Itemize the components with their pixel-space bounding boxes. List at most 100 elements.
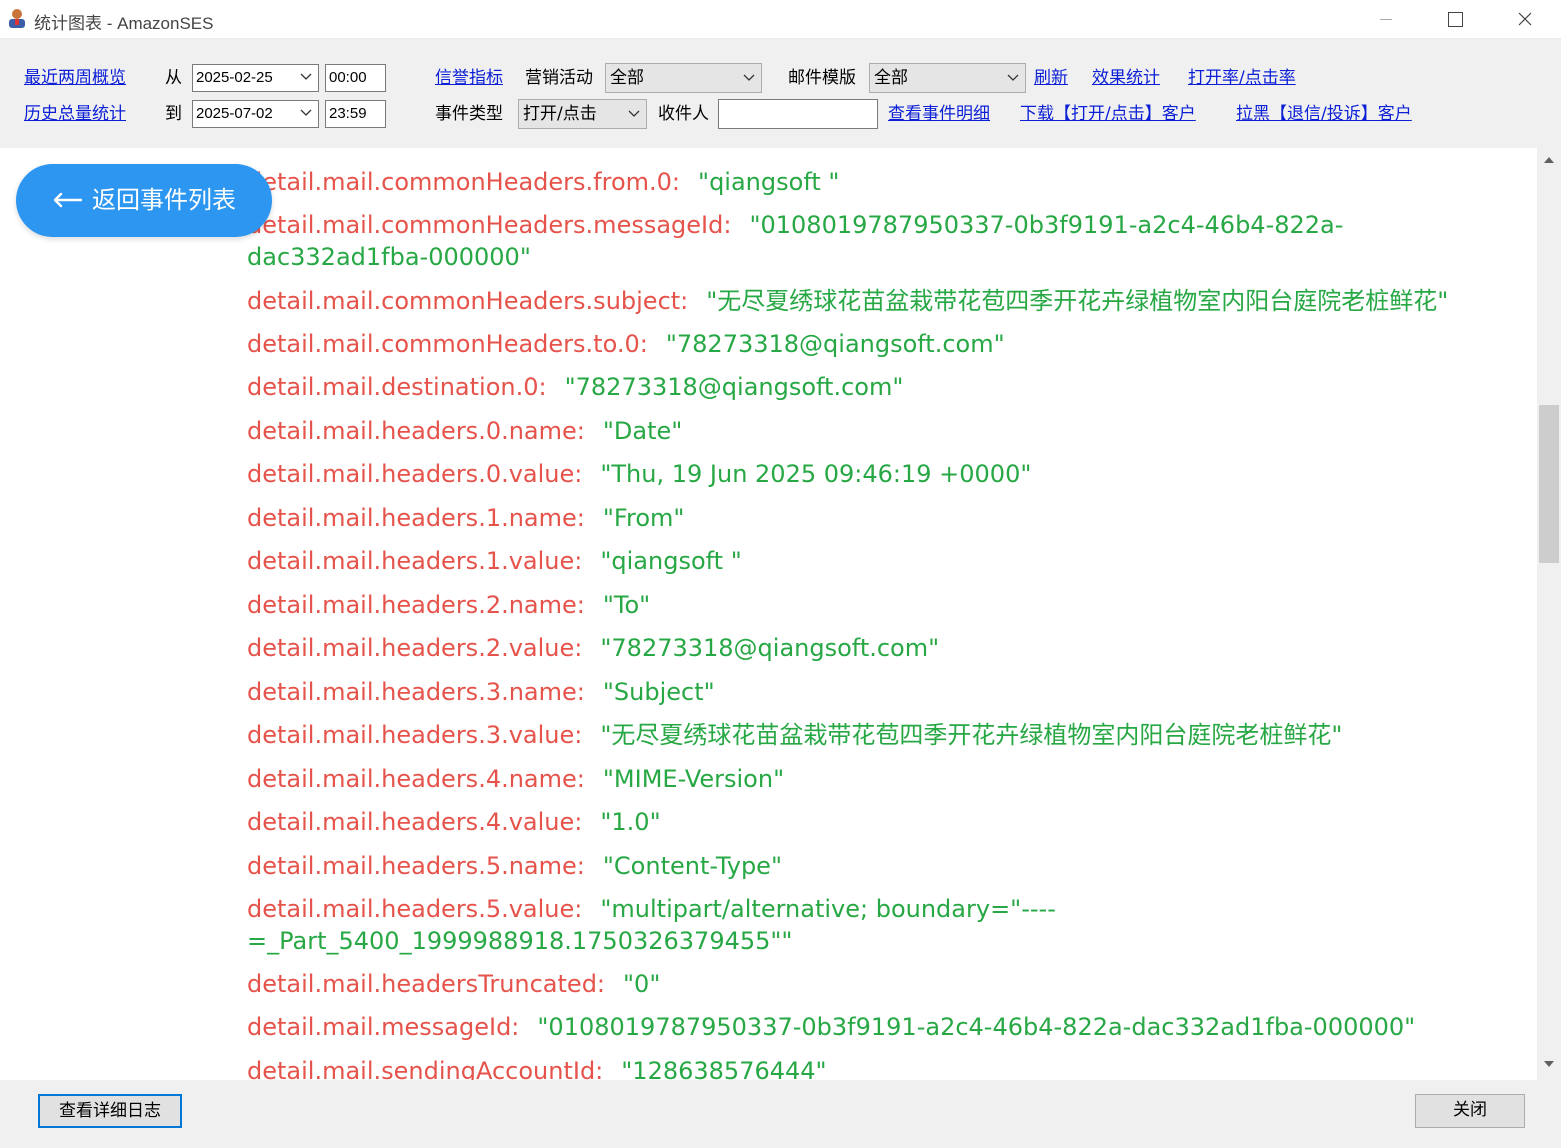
recipient-label: 收件人 bbox=[658, 104, 709, 124]
detail-row: detail.mail.headers.5.name: "Content-Type… bbox=[247, 850, 782, 882]
detail-value: "multipart/alternative; boundary="---- bbox=[600, 895, 1056, 923]
detail-value-continued: =_Part_5400_1999988918.1750326379455"" bbox=[247, 927, 793, 955]
footer-bar: 查看详细日志 关闭 bbox=[0, 1080, 1561, 1148]
recipient-input[interactable] bbox=[718, 99, 878, 129]
detail-row: detail.mail.commonHeaders.from.0: "qiangs… bbox=[247, 166, 839, 198]
detail-key: detail.mail.headersTruncated: bbox=[247, 970, 606, 998]
back-button-label: 返回事件列表 bbox=[92, 186, 236, 214]
detail-row: detail.mail.headers.3.value: "无尽夏绣球花苗盆栽带花… bbox=[247, 719, 1342, 751]
detail-row: detail.mail.headers.4.name: "MIME-Version… bbox=[247, 763, 784, 795]
arrow-left-icon bbox=[53, 192, 82, 208]
detail-value: "1.0" bbox=[600, 808, 661, 836]
detail-key: detail.mail.headers.3.name: bbox=[247, 678, 585, 706]
view-event-details-link[interactable]: 查看事件明细 bbox=[888, 103, 990, 125]
from-time-value: 00:00 bbox=[329, 69, 367, 86]
detail-value: "0108019787950337-0b3f9191-a2c4-46b4-822… bbox=[749, 211, 1344, 239]
detail-key: detail.mail.sendingAccountId: bbox=[247, 1057, 604, 1080]
detail-value: "0108019787950337-0b3f9191-a2c4-46b4-822… bbox=[537, 1013, 1416, 1041]
vertical-scrollbar[interactable] bbox=[1537, 148, 1561, 1080]
detail-key: detail.mail.headers.1.value: bbox=[247, 547, 583, 575]
blacklist-customers-link[interactable]: 拉黑【退信/投诉】客户 bbox=[1236, 103, 1412, 125]
detail-row: detail.mail.messageId: "0108019787950337-… bbox=[247, 1011, 1415, 1043]
template-selected-value: 全部 bbox=[874, 68, 908, 88]
detail-row: detail.mail.headers.2.name: "To" bbox=[247, 589, 650, 621]
close-window-button[interactable] bbox=[1491, 0, 1561, 38]
detail-value: "78273318@qiangsoft.com" bbox=[564, 373, 904, 401]
event-type-label: 事件类型 bbox=[435, 104, 503, 124]
window-title: 统计图表 - AmazonSES bbox=[34, 14, 214, 33]
detail-row: detail.mail.headers.3.name: "Subject" bbox=[247, 676, 715, 708]
detail-key: detail.mail.headers.4.name: bbox=[247, 765, 585, 793]
recent-two-weeks-link[interactable]: 最近两周概览 bbox=[24, 67, 126, 89]
detail-row: detail.mail.headers.0.value: "Thu, 19 Jun… bbox=[247, 458, 1031, 490]
detail-key: detail.mail.messageId: bbox=[247, 1013, 520, 1041]
detail-key: detail.mail.commonHeaders.messageId: bbox=[247, 211, 732, 239]
from-label: 从 bbox=[165, 68, 182, 88]
detail-value: "128638576444" bbox=[621, 1057, 827, 1080]
to-label: 到 bbox=[165, 104, 182, 124]
open-click-rate-link[interactable]: 打开率/点击率 bbox=[1188, 67, 1296, 89]
from-date-value: 2025-02-25 bbox=[196, 69, 273, 86]
detail-row: detail.mail.headers.5.value: "multipart/a… bbox=[247, 893, 1056, 957]
detail-row: detail.mail.commonHeaders.subject: "无尽夏绣球… bbox=[247, 285, 1448, 317]
detail-value: "From" bbox=[602, 504, 685, 532]
detail-key: detail.mail.headers.5.name: bbox=[247, 852, 585, 880]
detail-value: "qiangsoft " bbox=[698, 168, 840, 196]
detail-value: "无尽夏绣球花苗盆栽带花苞四季开花卉绿植物室内阳台庭院老桩鲜花" bbox=[600, 721, 1343, 749]
detail-row: detail.mail.headersTruncated: "0" bbox=[247, 968, 660, 1000]
to-time-value: 23:59 bbox=[329, 105, 367, 122]
detail-key: detail.mail.headers.0.name: bbox=[247, 417, 585, 445]
minimize-button[interactable] bbox=[1351, 0, 1421, 38]
detail-row: detail.mail.commonHeaders.messageId: "010… bbox=[247, 209, 1343, 273]
chevron-down-icon bbox=[300, 109, 312, 116]
scroll-down-arrow-icon[interactable] bbox=[1543, 1060, 1555, 1068]
detail-row: detail.mail.destination.0: "78273318@qian… bbox=[247, 371, 903, 403]
detail-row: detail.mail.headers.0.name: "Date" bbox=[247, 415, 682, 447]
to-date-value: 2025-07-02 bbox=[196, 105, 273, 122]
close-icon bbox=[1518, 12, 1532, 26]
detail-row: detail.mail.headers.1.name: "From" bbox=[247, 502, 684, 534]
title-bar: 统计图表 - AmazonSES bbox=[0, 0, 1561, 39]
history-total-link[interactable]: 历史总量统计 bbox=[24, 103, 126, 125]
detail-value: "Date" bbox=[602, 417, 683, 445]
reputation-metrics-link[interactable]: 信誉指标 bbox=[435, 67, 503, 89]
detail-value: "To" bbox=[602, 591, 651, 619]
template-select[interactable]: 全部 bbox=[869, 63, 1026, 93]
campaign-selected-value: 全部 bbox=[610, 68, 644, 88]
chevron-down-icon bbox=[743, 74, 755, 81]
detail-key: detail.mail.headers.4.value: bbox=[247, 808, 583, 836]
to-date-picker[interactable]: 2025-07-02 bbox=[192, 100, 319, 128]
effect-stats-link[interactable]: 效果统计 bbox=[1092, 67, 1160, 89]
detail-value: "Thu, 19 Jun 2025 09:46:19 +0000" bbox=[600, 460, 1032, 488]
event-detail-panel: 返回事件列表 detail.mail.commonHeaders.from.0:… bbox=[0, 148, 1537, 1080]
app-user-icon bbox=[9, 9, 25, 28]
back-to-event-list-button[interactable]: 返回事件列表 bbox=[16, 164, 272, 237]
from-time-field[interactable]: 00:00 bbox=[325, 64, 386, 92]
close-button[interactable]: 关闭 bbox=[1415, 1094, 1525, 1128]
detail-value: "Subject" bbox=[602, 678, 715, 706]
chevron-down-icon bbox=[1007, 74, 1019, 81]
toolbar: 最近两周概览 历史总量统计 从 到 2025-02-25 2025-07-02 … bbox=[0, 39, 1561, 148]
refresh-link[interactable]: 刷新 bbox=[1034, 67, 1068, 89]
detail-value-continued: dac332ad1fba-000000" bbox=[247, 243, 531, 271]
maximize-button[interactable] bbox=[1421, 0, 1491, 38]
event-type-select[interactable]: 打开/点击 bbox=[518, 99, 647, 129]
detail-row: detail.mail.commonHeaders.to.0: "78273318… bbox=[247, 328, 1005, 360]
chevron-down-icon bbox=[300, 73, 312, 80]
detail-key: detail.mail.commonHeaders.from.0: bbox=[247, 168, 681, 196]
scroll-up-arrow-icon[interactable] bbox=[1543, 156, 1555, 164]
detail-row: detail.mail.headers.2.value: "78273318@qi… bbox=[247, 632, 939, 664]
to-time-field[interactable]: 23:59 bbox=[325, 100, 386, 128]
download-customers-link[interactable]: 下载【打开/点击】客户 bbox=[1020, 103, 1196, 125]
view-detail-log-button[interactable]: 查看详细日志 bbox=[38, 1094, 182, 1128]
detail-row: detail.mail.sendingAccountId: "1286385764… bbox=[247, 1055, 827, 1080]
scrollbar-thumb[interactable] bbox=[1539, 405, 1559, 563]
campaign-select[interactable]: 全部 bbox=[605, 63, 762, 93]
detail-key: detail.mail.headers.2.name: bbox=[247, 591, 585, 619]
detail-value: "MIME-Version" bbox=[602, 765, 785, 793]
detail-value: "Content-Type" bbox=[602, 852, 782, 880]
detail-value: "无尽夏绣球花苗盆栽带花苞四季开花卉绿植物室内阳台庭院老桩鲜花" bbox=[706, 287, 1449, 315]
from-date-picker[interactable]: 2025-02-25 bbox=[192, 64, 319, 92]
chevron-down-icon bbox=[628, 110, 640, 117]
detail-key: detail.mail.commonHeaders.subject: bbox=[247, 287, 689, 315]
